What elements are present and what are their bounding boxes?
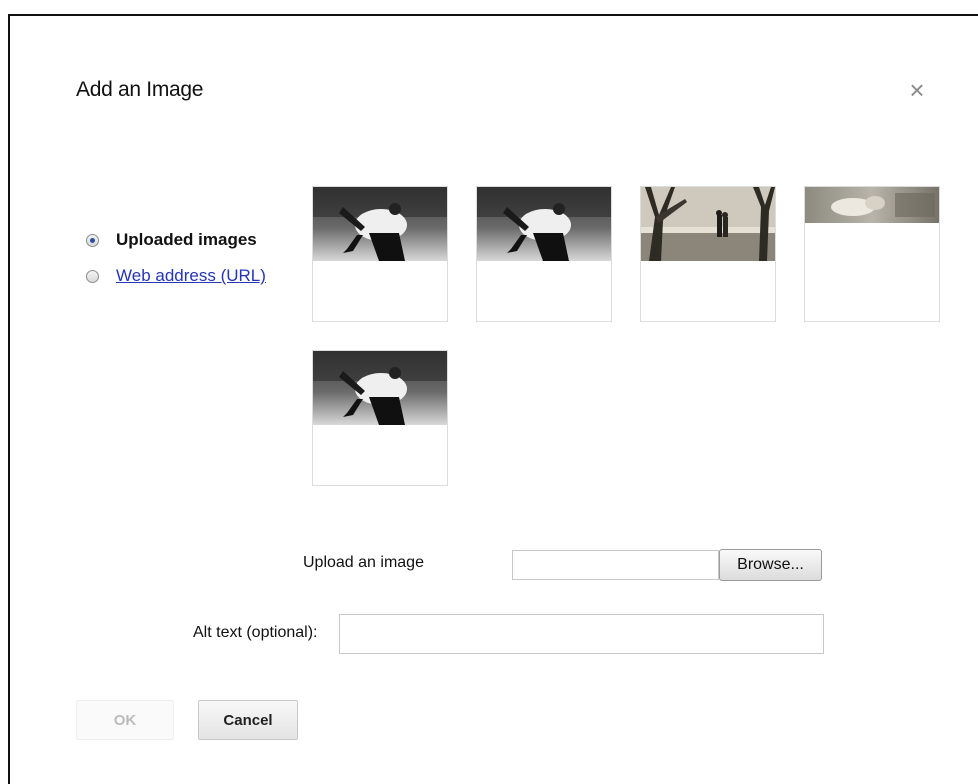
image-thumbnail[interactable]: [640, 186, 776, 322]
browse-button[interactable]: Browse...: [719, 549, 822, 581]
cancel-button[interactable]: Cancel: [198, 700, 298, 740]
source-label-uploaded[interactable]: Uploaded images: [116, 230, 257, 250]
image-thumbnail[interactable]: [312, 350, 448, 486]
thumbnail-image-couple-faded: [805, 187, 939, 223]
web-address-radio[interactable]: [86, 269, 99, 283]
close-icon[interactable]: ×: [905, 77, 929, 103]
add-image-dialog: Add an Image × Uploaded images Web addre…: [8, 14, 978, 784]
image-source-options: Uploaded images Web address (URL): [86, 222, 266, 294]
alt-text-input[interactable]: [339, 614, 824, 654]
dialog-title: Add an Image: [76, 78, 204, 101]
source-link-url[interactable]: Web address (URL): [116, 266, 266, 286]
source-option-uploaded[interactable]: Uploaded images: [86, 222, 266, 258]
uploaded-images-radio[interactable]: [86, 233, 99, 247]
image-thumbnail[interactable]: [312, 186, 448, 322]
thumbnail-image-couple-dance: [313, 187, 447, 261]
thumbnail-image-couple-tree: [641, 187, 775, 261]
alt-text-label: Alt text (optional):: [193, 624, 318, 641]
image-thumbnail[interactable]: [804, 186, 940, 322]
file-path-field[interactable]: [512, 550, 719, 580]
ok-button[interactable]: OK: [76, 700, 174, 740]
upload-image-label: Upload an image: [303, 554, 424, 571]
image-thumbnail[interactable]: [476, 186, 612, 322]
thumbnail-image-couple-dance: [477, 187, 611, 261]
source-option-url[interactable]: Web address (URL): [86, 258, 266, 294]
thumbnail-image-couple-dance: [313, 351, 447, 425]
